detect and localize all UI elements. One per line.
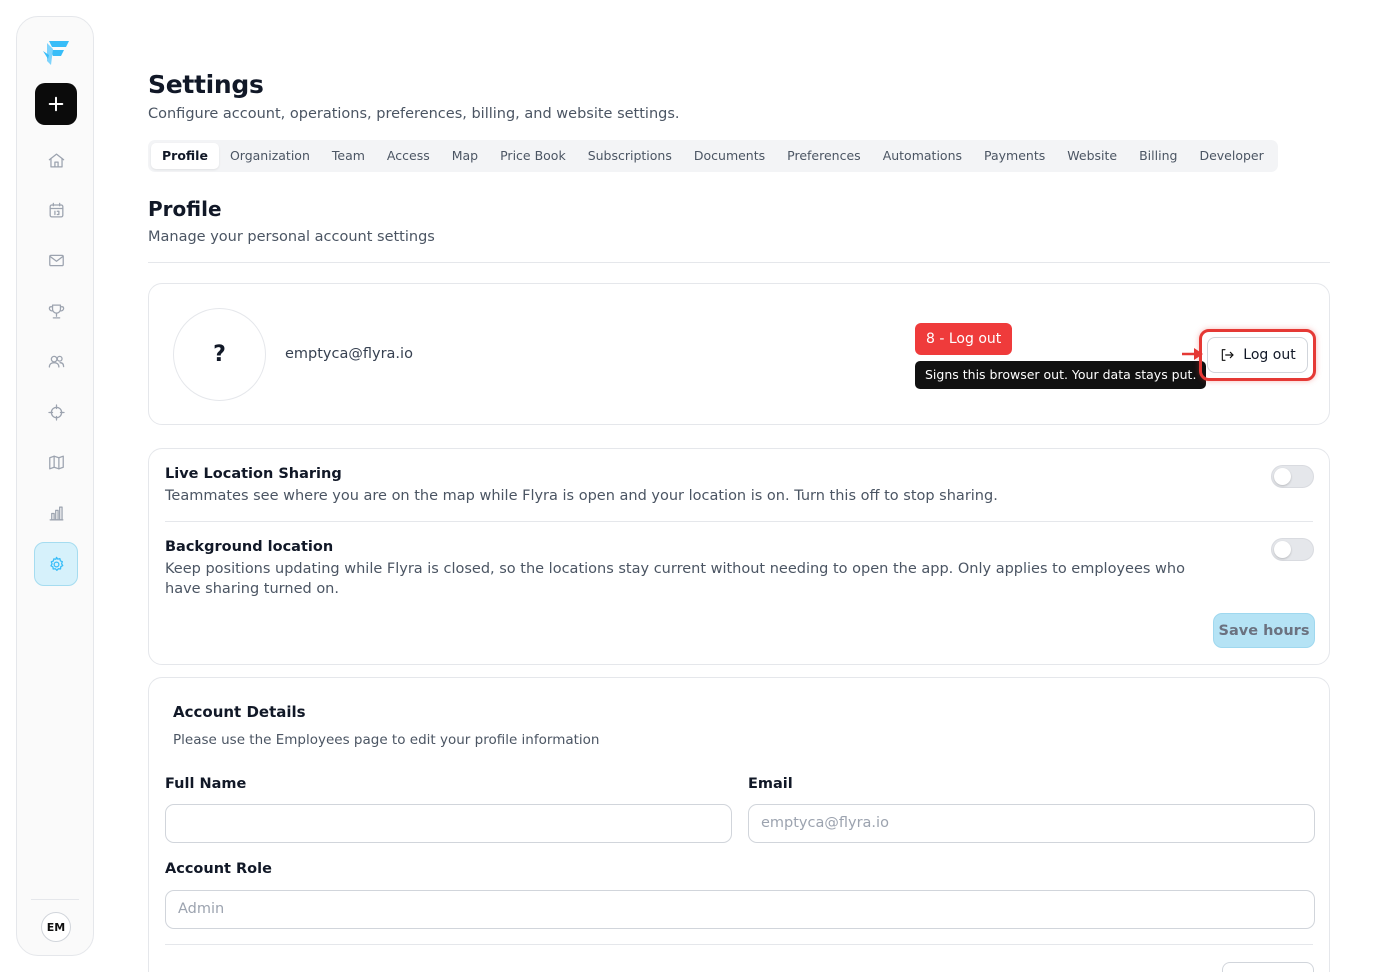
profile-email: emptyca@flyra.io (285, 346, 413, 362)
location-card: Live Location Sharing Teammates see wher… (148, 448, 1330, 665)
profile-avatar[interactable]: ? (173, 308, 266, 401)
live-location-title: Live Location Sharing (165, 466, 342, 482)
mail-icon (48, 254, 64, 266)
plus-icon (48, 96, 64, 112)
save-hours-button[interactable]: Save hours (1213, 613, 1315, 648)
background-location-desc: Keep positions updating while Flyra is c… (165, 561, 1185, 597)
logout-button[interactable]: Log out (1207, 337, 1308, 373)
tab-billing[interactable]: Billing (1128, 143, 1188, 169)
full-name-label: Full Name (165, 776, 247, 792)
annotation-badge: 8 - Log out (915, 323, 1013, 355)
sidebar-item-reports[interactable] (35, 492, 77, 534)
sidebar-item-home[interactable] (35, 139, 77, 181)
sidebar-item-rewards[interactable] (35, 290, 77, 332)
tab-team[interactable]: Team (321, 143, 376, 169)
account-details-subtitle: Please use the Employees page to edit yo… (173, 732, 600, 748)
account-role-field[interactable]: Admin (165, 890, 1315, 929)
tab-price-book[interactable]: Price Book (489, 143, 577, 169)
tab-access[interactable]: Access (376, 143, 441, 169)
sidebar: EM (16, 16, 94, 956)
tab-subscriptions[interactable]: Subscriptions (577, 143, 683, 169)
page-subtitle: Configure account, operations, preferenc… (148, 106, 680, 122)
background-location-toggle[interactable] (1271, 538, 1314, 561)
account-details-title: Account Details (173, 703, 306, 721)
section-divider (148, 262, 1330, 263)
account-action-button[interactable] (1222, 962, 1314, 972)
trophy-icon (48, 304, 64, 318)
sidebar-divider (31, 899, 79, 900)
tab-organization[interactable]: Organization (219, 143, 321, 169)
home-icon (48, 153, 64, 167)
users-icon (48, 355, 64, 368)
tab-profile[interactable]: Profile (151, 143, 219, 169)
tab-payments[interactable]: Payments (973, 143, 1056, 169)
calendar-icon (49, 202, 63, 217)
account-role-label: Account Role (165, 861, 272, 877)
tab-preferences[interactable]: Preferences (776, 143, 872, 169)
section-subtitle: Manage your personal account settings (148, 229, 435, 245)
logout-icon (1222, 349, 1234, 361)
logout-tooltip: Signs this browser out. Your data stays … (915, 361, 1207, 389)
settings-tabs: Profile Organization Team Access Map Pri… (148, 140, 1278, 172)
live-location-toggle[interactable] (1271, 465, 1314, 488)
flyra-logo-icon[interactable] (40, 37, 72, 69)
logout-label: Log out (1243, 347, 1296, 363)
page-title: Settings (148, 70, 264, 99)
sidebar-item-team[interactable] (35, 340, 77, 382)
sidebar-item-calendar[interactable] (35, 189, 77, 231)
map-icon (48, 455, 64, 469)
crosshair-icon (47, 403, 65, 421)
sidebar-item-settings[interactable] (34, 542, 78, 586)
account-details-card: Account Details Please use the Employees… (148, 677, 1330, 972)
live-location-desc: Teammates see where you are on the map w… (165, 488, 998, 504)
account-divider (165, 944, 1313, 945)
email-field[interactable]: emptyca@flyra.io (748, 804, 1315, 843)
background-location-title: Background location (165, 539, 334, 555)
email-label: Email (748, 776, 793, 792)
new-button[interactable] (35, 83, 77, 125)
profile-card: ? emptyca@flyra.io 8 - Log out Signs thi… (148, 283, 1330, 425)
tab-automations[interactable]: Automations (872, 143, 973, 169)
sidebar-item-map[interactable] (35, 441, 77, 483)
user-avatar[interactable]: EM (41, 912, 71, 942)
tab-documents[interactable]: Documents (683, 143, 776, 169)
tab-map[interactable]: Map (441, 143, 489, 169)
tab-developer[interactable]: Developer (1188, 143, 1274, 169)
tab-website[interactable]: Website (1056, 143, 1128, 169)
setting-divider (165, 521, 1313, 522)
gear-icon (49, 556, 63, 571)
sidebar-item-dispatch[interactable] (35, 391, 77, 433)
bar-chart-icon (49, 506, 63, 520)
full-name-field[interactable] (165, 804, 732, 843)
section-title: Profile (148, 197, 222, 221)
sidebar-item-inbox[interactable] (35, 239, 77, 281)
